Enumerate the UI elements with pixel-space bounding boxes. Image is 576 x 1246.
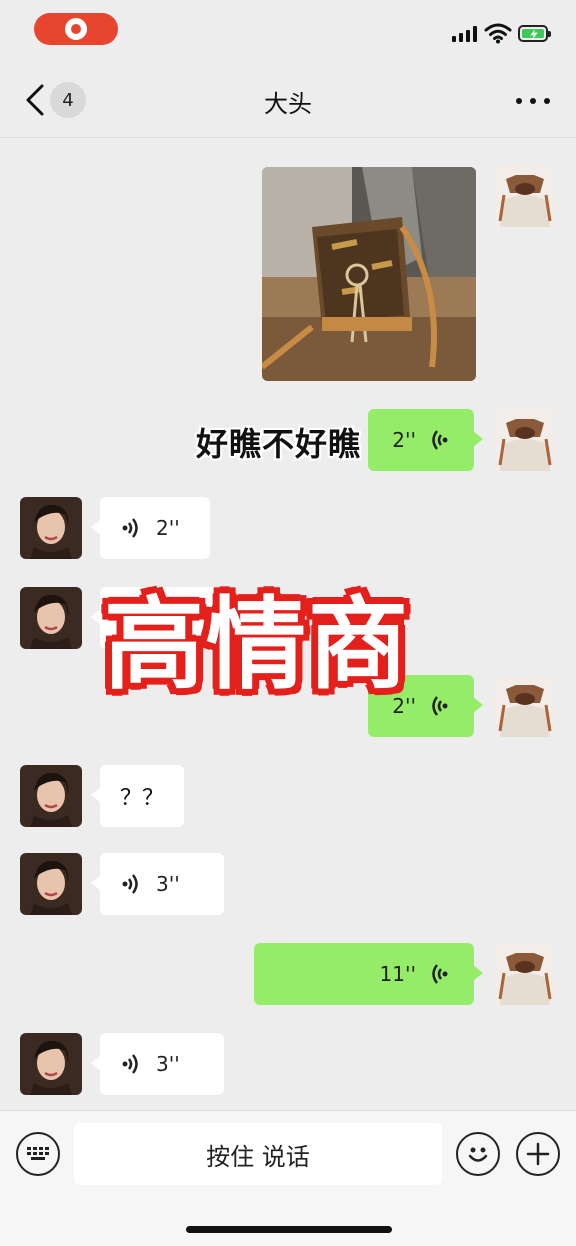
my-avatar[interactable] — [494, 675, 556, 737]
contact-avatar[interactable] — [20, 853, 82, 915]
text-message[interactable]: ？？ — [91, 765, 184, 827]
voice-duration: 11'' — [379, 962, 416, 986]
voice-wave-icon — [432, 964, 448, 984]
overlay-caption-small: 好瞧不好瞧 — [196, 425, 362, 463]
chat-header: 4 大头 — [0, 60, 576, 138]
voice-message[interactable]: 3'' — [91, 853, 224, 915]
voice-message[interactable]: 3'' — [91, 1033, 224, 1095]
hold-to-talk-button[interactable]: 按住 说话 — [74, 1123, 442, 1185]
image-message[interactable] — [262, 167, 476, 381]
voice-wave-icon — [122, 518, 138, 538]
message-text: ？？ — [119, 786, 164, 811]
my-avatar[interactable] — [494, 409, 556, 471]
voice-message[interactable]: 2'' — [91, 497, 210, 559]
more-dots-icon[interactable] — [516, 96, 550, 106]
contact-avatar[interactable] — [20, 497, 82, 559]
plus-icon[interactable] — [516, 1132, 560, 1176]
voice-wave-icon — [122, 874, 138, 894]
voice-duration: 2'' — [156, 516, 180, 540]
my-avatar[interactable] — [494, 165, 556, 227]
voice-message[interactable]: 2'' — [368, 409, 483, 471]
voice-duration: 3'' — [156, 1052, 180, 1076]
voice-wave-icon — [432, 430, 448, 450]
screen-record-indicator[interactable] — [34, 13, 118, 45]
contact-avatar[interactable] — [20, 765, 82, 827]
my-avatar[interactable] — [494, 943, 556, 1005]
keyboard-icon[interactable] — [16, 1132, 60, 1176]
battery-charging-icon — [518, 25, 551, 42]
signal-icon — [452, 26, 477, 42]
contact-avatar[interactable] — [20, 1033, 82, 1095]
emoji-icon[interactable] — [456, 1132, 500, 1176]
voice-message[interactable]: 11'' — [254, 943, 483, 1005]
voice-duration: 3'' — [156, 872, 180, 896]
contact-avatar[interactable] — [20, 587, 82, 649]
page-title: 大头 — [264, 90, 312, 118]
voice-wave-icon — [432, 696, 448, 716]
screen-record-icon — [65, 18, 87, 40]
unread-count-badge[interactable]: 4 — [50, 82, 86, 118]
status-bar — [0, 0, 576, 60]
overlay-caption-big: 高情商 — [104, 586, 410, 703]
home-indicator[interactable] — [186, 1226, 392, 1233]
chevron-left-icon[interactable] — [20, 82, 50, 118]
wifi-icon — [484, 23, 512, 44]
voice-wave-icon — [122, 1054, 138, 1074]
message-list[interactable]: 2'' 2'' 2'' ？？ 3'' 11'' 3'' 好瞧不好瞧 高情商 — [0, 139, 576, 1109]
voice-duration: 2'' — [392, 428, 416, 452]
